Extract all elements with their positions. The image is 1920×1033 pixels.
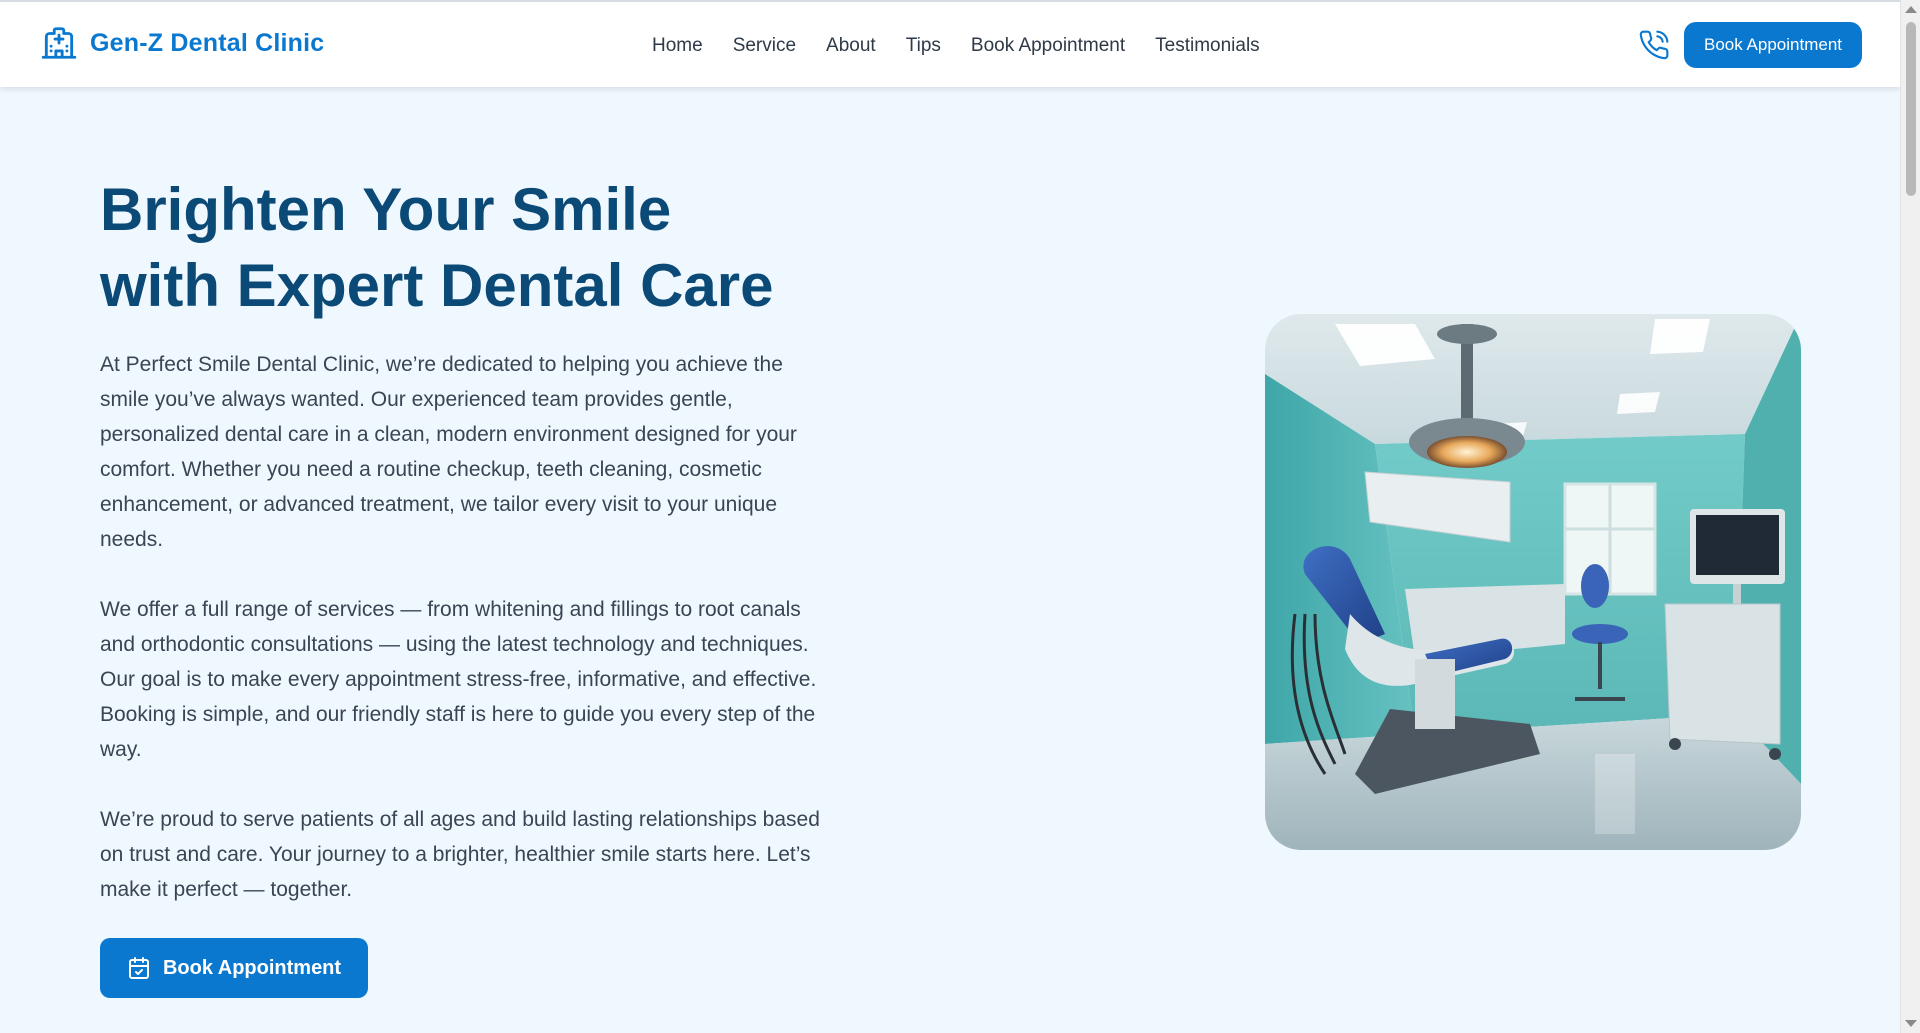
header-actions: Book Appointment bbox=[1638, 22, 1862, 68]
scroll-up-icon[interactable] bbox=[1905, 6, 1917, 13]
hero-book-appointment-button[interactable]: Book Appointment bbox=[100, 938, 368, 998]
hero-title-line-1: Brighten Your Smile bbox=[100, 176, 672, 243]
hero-paragraph-1: At Perfect Smile Dental Clinic, we’re de… bbox=[100, 353, 797, 551]
phone-icon[interactable] bbox=[1638, 29, 1670, 61]
hero-title-line-2: with Expert Dental Care bbox=[100, 252, 774, 319]
scroll-thumb[interactable] bbox=[1906, 22, 1916, 196]
nav-home[interactable]: Home bbox=[652, 35, 703, 57]
scroll-down-icon[interactable] bbox=[1905, 1020, 1917, 1027]
hospital-icon bbox=[41, 27, 77, 59]
nav-testimonials[interactable]: Testimonials bbox=[1155, 35, 1260, 57]
page: Gen-Z Dental Clinic Home Service About T… bbox=[0, 0, 1900, 1033]
hero-cta-label: Book Appointment bbox=[162, 956, 342, 979]
hero-title: Brighten Your Smile with Expert Dental C… bbox=[100, 172, 774, 324]
nav-book-appointment[interactable]: Book Appointment bbox=[971, 35, 1125, 57]
hero-description: At Perfect Smile Dental Clinic, we’re de… bbox=[100, 347, 830, 942]
nav-about[interactable]: About bbox=[826, 35, 876, 57]
header-book-appointment-button[interactable]: Book Appointment bbox=[1684, 22, 1862, 68]
hero-paragraph-3: We’re proud to serve patients of all age… bbox=[100, 808, 820, 901]
brand-logo[interactable]: Gen-Z Dental Clinic bbox=[40, 24, 324, 62]
nav-service[interactable]: Service bbox=[733, 35, 796, 57]
brand-name: Gen-Z Dental Clinic bbox=[90, 28, 325, 57]
main-nav: Home Service About Tips Book Appointment… bbox=[652, 2, 1260, 89]
calendar-check-icon bbox=[128, 957, 149, 979]
dental-office-illustration bbox=[1265, 314, 1801, 850]
page-scrollbar[interactable] bbox=[1900, 0, 1920, 1033]
nav-tips[interactable]: Tips bbox=[906, 35, 941, 57]
hero-paragraph-2: We offer a full range of services — from… bbox=[100, 598, 817, 761]
dental-clinic-photo bbox=[1265, 314, 1801, 850]
site-header: Gen-Z Dental Clinic Home Service About T… bbox=[0, 0, 1900, 87]
